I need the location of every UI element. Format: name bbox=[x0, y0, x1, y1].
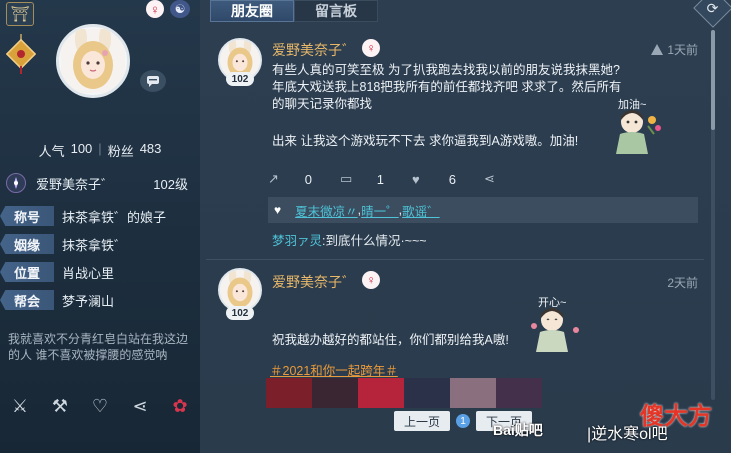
share-nodes-icon: ⋖ bbox=[484, 171, 495, 186]
post-body-continued: 出来 让我这个游戏玩不下去 求你逼我到A游戏嗷。加油! bbox=[272, 134, 579, 148]
post-body: 有些人真的可笑至极 为了扒我跑去找我以前的朋友说我抹黑她? 年底大戏送我上818… bbox=[272, 63, 622, 111]
hashtag-link[interactable]: ＃2021和你一起跨年＃ bbox=[270, 360, 398, 379]
post-author-name[interactable]: 爱野美奈子゛ bbox=[272, 40, 356, 60]
popularity-value: 100 bbox=[70, 141, 93, 156]
comment-user[interactable]: 梦羽ァ灵 bbox=[272, 234, 322, 248]
player-name: 爱野美奈子゛ bbox=[36, 176, 115, 192]
post-author-level: 102 bbox=[226, 72, 254, 86]
liked-user[interactable]: 晴一゜ bbox=[361, 201, 399, 220]
info-value: 肖战心里 bbox=[62, 265, 115, 281]
faction-icon[interactable]: ☯ bbox=[170, 0, 190, 18]
info-tag: 称号 bbox=[0, 206, 54, 226]
scrollbar-thumb[interactable] bbox=[711, 30, 715, 130]
prev-page-button[interactable]: 上一页 bbox=[394, 411, 450, 431]
more-share-action[interactable]: ⋖ bbox=[484, 171, 506, 187]
player-name-row: 爱野美奈子゛ 102级 bbox=[6, 172, 196, 194]
fans-label: 粉丝 bbox=[107, 144, 134, 159]
info-value[interactable]: 梦予澜山 bbox=[62, 291, 114, 310]
profile-stats: 人气 100 | 粉丝 483 bbox=[38, 141, 162, 159]
info-tag: 姻缘 bbox=[0, 234, 54, 254]
tab-message-board[interactable]: 留言板 bbox=[294, 0, 378, 22]
charm-ornament-icon bbox=[6, 34, 36, 74]
heart-icon: ♥ bbox=[412, 171, 420, 187]
post-timestamp: 2天前 bbox=[667, 276, 698, 290]
info-tag: 位置 bbox=[0, 262, 54, 282]
refresh-button[interactable]: ⟳ bbox=[693, 0, 731, 28]
info-row-spouse: 姻缘 抹茶拿铁゛ bbox=[0, 233, 200, 255]
liked-user[interactable]: 夏末微凉〃 bbox=[295, 201, 358, 220]
info-row-guild: 帮会 梦予澜山 bbox=[0, 289, 200, 311]
chat-icon[interactable] bbox=[140, 70, 166, 92]
school-emblem-icon bbox=[6, 173, 26, 193]
heart-broken-icon[interactable]: ♡ bbox=[87, 396, 113, 417]
female-icon: ♀ bbox=[362, 271, 380, 289]
comment-text: :到底什么情况·~~~ bbox=[322, 234, 427, 248]
info-row-title: 称号 抹茶拿铁゛的娘子 bbox=[0, 205, 200, 227]
signature-text: 我就喜欢不分青红皂白站在我这边的人 谁不喜欢被撑腰的感觉呐 bbox=[8, 332, 189, 362]
battle-record-icon[interactable]: ⚔ bbox=[7, 396, 33, 417]
current-page: 1 bbox=[456, 414, 470, 428]
profile-action-bar: ⚔ ⚒ ♡ ⋖ ✿ bbox=[0, 392, 200, 420]
cheer-sticker-icon bbox=[616, 110, 661, 154]
post-author-name[interactable]: 爱野美奈子゛ bbox=[272, 272, 356, 292]
fans-value: 483 bbox=[139, 141, 162, 156]
profile-panel: ⛩ ♀ ☯ 人气 100 | 粉丝 483 爱野美奈子゛ 102级 称号 抹茶拿… bbox=[0, 0, 200, 453]
avatar[interactable] bbox=[56, 24, 130, 98]
comment: 梦羽ァ灵:到底什么情况·~~~ bbox=[272, 230, 427, 249]
tab-bar: 朋友圈 留言板 bbox=[210, 0, 378, 22]
female-icon: ♀ bbox=[146, 0, 164, 18]
share-action[interactable]: ↗ 0 bbox=[268, 171, 312, 187]
liked-by-box: ♥ 夏末微凉〃 , 晴一゜ , 歌谣゛ bbox=[268, 197, 698, 223]
post-divider bbox=[206, 259, 704, 260]
heart-icon: ♥ bbox=[274, 203, 282, 217]
post-timestamp: 1天前 bbox=[651, 41, 698, 58]
info-tag: 帮会 bbox=[0, 290, 54, 310]
info-value[interactable]: 抹茶拿铁゛ bbox=[62, 235, 127, 254]
tab-moments[interactable]: 朋友圈 bbox=[210, 0, 294, 22]
home-emblem-icon[interactable]: ⛩ bbox=[6, 2, 34, 26]
weapon-icon[interactable]: ⚒ bbox=[47, 396, 73, 417]
info-value: 抹茶拿铁゛的娘子 bbox=[62, 209, 167, 225]
liked-user[interactable]: 歌谣゛ bbox=[402, 201, 440, 220]
comment-icon: ▭ bbox=[340, 171, 353, 186]
flower-gift-icon[interactable]: ✿ bbox=[167, 396, 193, 417]
post-action-bar: ↗ 0 ▭ 1 ♥ 6 ⋖ bbox=[268, 170, 698, 188]
player-level: 102级 bbox=[153, 176, 188, 192]
baidu-watermark: Bai贴吧 bbox=[493, 422, 543, 438]
report-icon[interactable] bbox=[651, 44, 664, 55]
refresh-icon: ⟳ bbox=[707, 0, 719, 16]
like-action[interactable]: ♥ 6 bbox=[412, 172, 456, 187]
site-watermark: 傻大方 bbox=[640, 403, 712, 430]
avatar-image bbox=[61, 29, 125, 93]
info-row-location: 位置 肖战心里 bbox=[0, 261, 200, 283]
share-arrow-icon: ↗ bbox=[268, 171, 279, 186]
post-image-strip[interactable] bbox=[266, 378, 542, 408]
comment-action[interactable]: ▭ 1 bbox=[340, 171, 384, 187]
post-author-level: 102 bbox=[226, 306, 254, 320]
happy-sticker-icon bbox=[531, 308, 579, 352]
popularity-label: 人气 bbox=[38, 144, 65, 159]
female-icon: ♀ bbox=[362, 39, 380, 57]
feed-panel: 朋友圈 留言板 ⟳ 102 爱野美奈子゛ ♀ 1天前 有些人真的可笑至极 为了扒… bbox=[200, 0, 731, 453]
scrollbar[interactable] bbox=[711, 30, 715, 400]
share-icon[interactable]: ⋖ bbox=[127, 396, 153, 417]
